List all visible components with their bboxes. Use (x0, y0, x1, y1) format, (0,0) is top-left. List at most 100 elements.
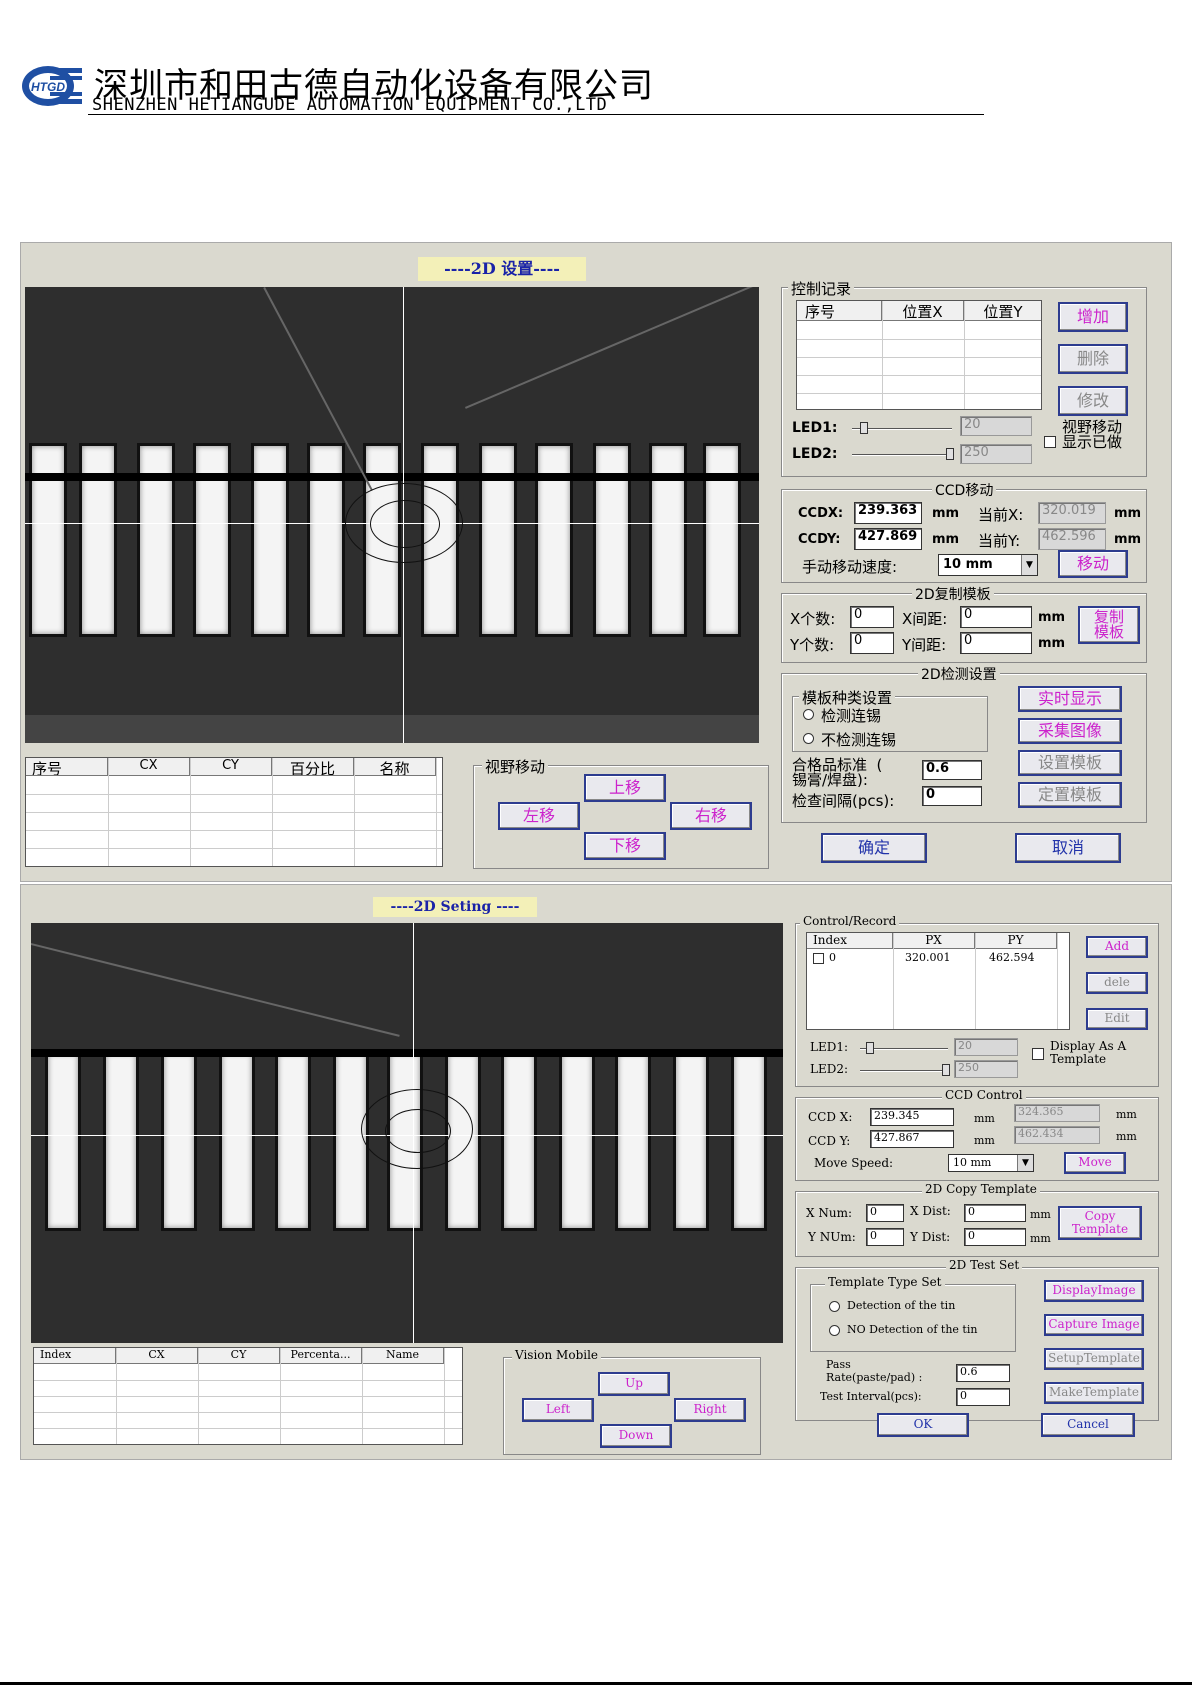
camera-view[interactable] (31, 923, 783, 1343)
capture-image-button[interactable]: Capture Image (1044, 1314, 1144, 1336)
delete-button[interactable]: 删除 (1058, 344, 1128, 374)
add-button[interactable]: 增加 (1058, 302, 1128, 332)
capture-image-button[interactable]: 采集图像 (1018, 718, 1122, 744)
template-type-group: Template Type Set Detection of the tin N… (810, 1275, 1016, 1352)
move-down-button[interactable]: 下移 (584, 832, 666, 860)
move-button[interactable]: Move (1064, 1152, 1126, 1174)
detect-tin-radio[interactable] (829, 1301, 840, 1312)
unit: mm (932, 506, 960, 521)
delete-button[interactable]: dele (1086, 972, 1148, 994)
move-right-button[interactable]: Right (674, 1398, 746, 1422)
column-header: Name (362, 1348, 444, 1364)
test-setting-group: 2D检测设置 模板种类设置 检测连锡 不检测连锡 实时显示 采集图像 设置模板 … (781, 664, 1147, 823)
copy-template-group: 2D Copy Template X Num: 0 X Dist: 0 mm Y… (795, 1182, 1159, 1257)
current-y-label: 当前Y: (978, 532, 1021, 550)
test-interval-input[interactable]: 0 (956, 1388, 1010, 1406)
result-list[interactable]: 序号 CX CY 百分比 名称 (25, 757, 443, 867)
led1-slider-thumb[interactable] (866, 1042, 874, 1054)
screenshot-2d-setting-en: ----2D Seting ---- Control/Record Index … (20, 884, 1172, 1460)
ccd-y-label: CCD Y: (808, 1134, 851, 1148)
edit-button[interactable]: Edit (1086, 1008, 1148, 1030)
pass-rate-input[interactable]: 0.6 (922, 760, 982, 780)
speed-select[interactable]: 10 mm ▼ (938, 554, 1038, 576)
led2-slider[interactable] (852, 454, 952, 456)
no-detect-tin-radio[interactable] (803, 733, 814, 744)
pass-rate-label: 合格品标准 ( 锡膏/焊盘): (792, 756, 883, 789)
display-image-button[interactable]: DisplayImage (1044, 1280, 1144, 1302)
make-template-button[interactable]: 定置模板 (1018, 782, 1122, 808)
led2-slider[interactable] (860, 1070, 948, 1072)
chevron-down-icon[interactable]: ▼ (1017, 1155, 1033, 1171)
group-title: 控制记录 (788, 278, 855, 299)
solder-pad (161, 1051, 197, 1231)
edit-button[interactable]: 修改 (1058, 386, 1128, 416)
make-template-button[interactable]: MakeTemplate (1044, 1382, 1144, 1404)
y-dist-input[interactable]: 0 (964, 1228, 1026, 1246)
move-right-button[interactable]: 右移 (670, 802, 752, 830)
move-up-button[interactable]: 上移 (584, 774, 666, 802)
column-header: 百分比 (272, 758, 354, 776)
ccd-y-input[interactable]: 427.869 (854, 528, 922, 550)
row-index: 0 (829, 951, 836, 964)
ccd-x-label: CCDX: (798, 506, 844, 521)
scratch-line (465, 287, 759, 409)
x-dist-input[interactable]: 0 (960, 606, 1032, 628)
realtime-display-button[interactable]: 实时显示 (1018, 686, 1122, 712)
move-left-button[interactable]: 左移 (498, 802, 580, 830)
record-table[interactable]: Index PX PY 0 320.001 462.594 (806, 932, 1070, 1030)
solder-pad (219, 1051, 255, 1231)
column-header: 位置X (882, 301, 964, 321)
cancel-button[interactable]: Cancel (1041, 1413, 1135, 1437)
solder-pad (501, 1051, 537, 1231)
ccd-x-input[interactable]: 239.363 (854, 502, 922, 524)
ccd-x-input[interactable]: 239.345 (870, 1108, 954, 1126)
led2-slider-thumb[interactable] (942, 1064, 950, 1076)
add-button[interactable]: Add (1086, 936, 1148, 958)
ok-button[interactable]: 确定 (821, 833, 927, 863)
cancel-button[interactable]: 取消 (1015, 833, 1121, 863)
no-detect-tin-radio[interactable] (829, 1325, 840, 1336)
page-title: ----2D 设置---- (418, 257, 586, 281)
result-list[interactable]: Index CX CY Percenta... Name (33, 1347, 463, 1445)
move-button[interactable]: 移动 (1058, 550, 1128, 578)
detect-tin-radio[interactable] (803, 709, 814, 720)
pad-edge (31, 1049, 783, 1057)
move-left-button[interactable]: Left (522, 1398, 594, 1422)
x-dist-input[interactable]: 0 (964, 1204, 1026, 1222)
move-down-button[interactable]: Down (600, 1424, 672, 1448)
row-px: 320.001 (905, 951, 951, 964)
speed-select[interactable]: 10 mm ▼ (948, 1154, 1034, 1172)
camera-view[interactable] (25, 287, 759, 743)
setup-template-button[interactable]: SetupTemplate (1044, 1348, 1144, 1370)
pad-base (25, 715, 759, 743)
x-num-input[interactable]: 0 (866, 1204, 904, 1222)
move-up-button[interactable]: Up (598, 1372, 670, 1396)
ok-button[interactable]: OK (877, 1413, 969, 1437)
column-header: 序号 (26, 758, 108, 776)
column-header: PY (975, 933, 1057, 949)
setup-template-button[interactable]: 设置模板 (1018, 750, 1122, 776)
y-num-input[interactable]: 0 (866, 1228, 904, 1246)
x-num-input[interactable]: 0 (850, 606, 894, 628)
display-as-template-checkbox[interactable] (1032, 1048, 1044, 1060)
inspection-ring-inner (385, 1109, 451, 1153)
record-table[interactable]: 序号 位置X 位置Y (796, 300, 1042, 410)
y-num-input[interactable]: 0 (850, 632, 894, 654)
current-x-label: 当前X: (978, 506, 1024, 524)
x-num-label: X个数: (790, 610, 836, 628)
unit: mm (974, 1134, 995, 1147)
chevron-down-icon[interactable]: ▼ (1021, 555, 1037, 575)
row-checkbox[interactable] (813, 953, 824, 964)
led2-slider-thumb[interactable] (946, 448, 954, 460)
pass-rate-input[interactable]: 0.6 (956, 1364, 1010, 1382)
copy-template-button[interactable]: Copy Template (1058, 1206, 1142, 1240)
test-set-group: 2D Test Set Template Type Set Detection … (795, 1258, 1159, 1421)
display-done-checkbox[interactable] (1044, 436, 1056, 448)
copy-template-button[interactable]: 复制 模板 (1078, 606, 1140, 644)
group-title: 2D Copy Template (922, 1182, 1040, 1196)
led1-slider-thumb[interactable] (860, 422, 868, 434)
test-interval-input[interactable]: 0 (922, 786, 982, 806)
ccd-y-input[interactable]: 427.867 (870, 1130, 954, 1148)
y-dist-input[interactable]: 0 (960, 632, 1032, 654)
test-interval-label: 检查间隔(pcs): (792, 792, 895, 810)
